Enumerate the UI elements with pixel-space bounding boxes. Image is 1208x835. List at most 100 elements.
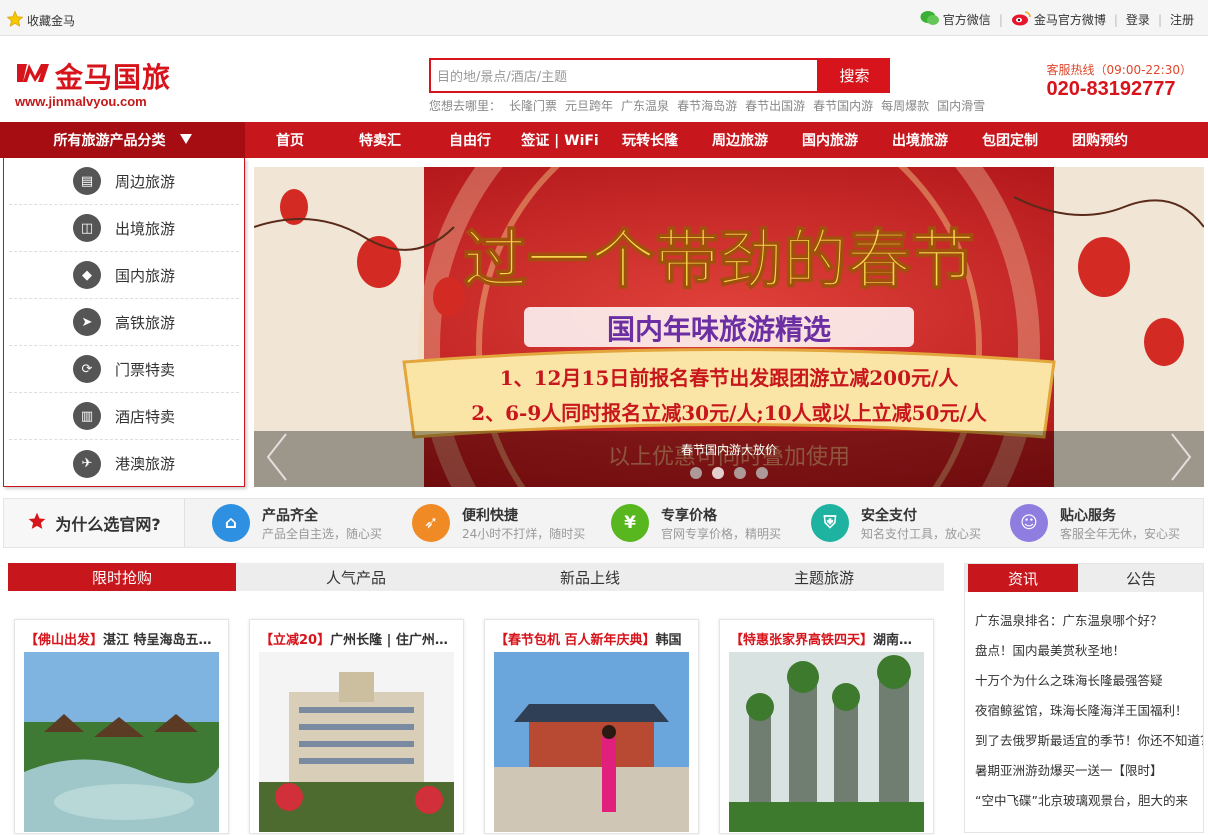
hot-destination-link[interactable]: 元旦跨年	[565, 97, 613, 114]
carousel-dots	[690, 467, 768, 479]
product-tab[interactable]: 主题旅游	[710, 563, 938, 591]
product-title[interactable]: 【佛山出发】湛江 特呈海岛五日游	[25, 629, 219, 648]
product-title[interactable]: 【特惠张家界高铁四天】湖南张家界	[730, 629, 924, 648]
hot-destination-link[interactable]: 长隆门票	[509, 97, 557, 114]
product-tab[interactable]: 人气产品	[242, 563, 470, 591]
news-tab[interactable]: 资讯	[968, 564, 1078, 592]
wechat-icon	[920, 10, 940, 29]
feature-title: 产品齐全	[262, 507, 318, 524]
hotline: 客服热线（09:00-22:30） 020-83192777	[1047, 61, 1193, 101]
carousel-dot[interactable]	[690, 467, 702, 479]
nav-link[interactable]: 周边旅游	[695, 122, 785, 158]
logo-mark-icon	[15, 60, 51, 93]
feature-subtitle: 知名支付工具，放心买	[861, 526, 982, 541]
search-button[interactable]: 搜索	[819, 58, 890, 93]
feature-subtitle: 官网专享价格，精明买	[661, 526, 782, 541]
sidebar-category-item[interactable]: ◆ 国内旅游	[9, 252, 239, 299]
product-image[interactable]	[729, 652, 924, 832]
product-card[interactable]: 【春节包机 百人新年庆典】韩国	[484, 619, 699, 834]
hotline-label: 客服热线（09:00-22:30）	[1046, 63, 1193, 77]
nav-link[interactable]: 自由行	[425, 122, 515, 158]
sidebar-category-item[interactable]: ➤ 高铁旅游	[9, 299, 239, 346]
nav-link[interactable]: 玩转长隆	[605, 122, 695, 158]
star-icon	[6, 10, 24, 31]
weibo-link[interactable]: 金马官方微博	[1011, 10, 1106, 29]
news-item[interactable]: 十万个为什么之珠海长隆最强答疑	[965, 664, 1203, 694]
sidebar-category-item[interactable]: ✈ 港澳旅游	[9, 440, 239, 487]
sidebar-category-item[interactable]: ◫ 出境旅游	[9, 205, 239, 252]
hot-label: 您想去哪里：	[429, 99, 502, 113]
caret-down-icon	[179, 132, 192, 148]
hotline-number: 020-83192777	[1046, 78, 1176, 100]
logo-brand-text: 金马国旅	[55, 61, 172, 94]
carousel-dot[interactable]	[712, 467, 724, 479]
all-categories-label: 所有旅游产品分类	[53, 133, 166, 149]
sidebar-category-item[interactable]: ⟳ 门票特卖	[9, 346, 239, 393]
wechat-link[interactable]: 官方微信	[920, 10, 991, 29]
logo[interactable]: 金马国旅 www.jinmalvyou.com	[15, 56, 171, 109]
logo-url: www.jinmalvyou.com	[15, 94, 147, 109]
carousel-dot[interactable]	[756, 467, 768, 479]
service-icon: ☺	[1010, 504, 1048, 542]
category-sidebar: ▤ 周边旅游 ◫ 出境旅游 ◆ 国内旅游 ➤ 高铁旅游 ⟳ 门票特卖 ▥ 酒店特卖 ✈ 港澳旅游	[3, 158, 245, 487]
news-item[interactable]: 盘点！国内最美赏秋圣地！	[965, 634, 1203, 664]
product-tag: 【立减20】	[260, 633, 331, 648]
product-title[interactable]: 【立减20】广州长隆 | 住广州长隆酒店	[260, 629, 454, 648]
product-card[interactable]: 【佛山出发】湛江 特呈海岛五日游	[14, 619, 229, 834]
nav-link[interactable]: 包团定制	[965, 122, 1055, 158]
product-tab[interactable]: 新品上线	[476, 563, 704, 591]
nav-link[interactable]: 特卖汇	[335, 122, 425, 158]
banner-caption: 春节国内游大放价	[680, 443, 777, 457]
search-input[interactable]: 目的地/景点/酒店/主题	[429, 58, 819, 93]
nav-link[interactable]: 签证 | WiFi	[515, 122, 605, 158]
news-item[interactable]: “空中飞碟”北京玻璃观景台，胆大的来	[965, 784, 1203, 814]
nav-link[interactable]: 出境旅游	[875, 122, 965, 158]
product-image[interactable]	[494, 652, 689, 832]
feature-title: 专享价格	[661, 507, 717, 524]
plane-icon: ✈	[73, 449, 101, 478]
product-name: 湖南张家界	[873, 633, 924, 648]
register-link[interactable]: 注册	[1170, 11, 1194, 28]
feature-title: 便利快捷	[462, 507, 518, 524]
nav-link[interactable]: 国内旅游	[785, 122, 875, 158]
favorite-link[interactable]: 收藏金马	[6, 10, 75, 31]
product-title[interactable]: 【春节包机 百人新年庆典】韩国	[495, 629, 689, 648]
banner-subheadline: 国内年味旅游精选	[607, 313, 831, 346]
carousel-dot[interactable]	[734, 467, 746, 479]
news-tab[interactable]: 公告	[1086, 564, 1196, 592]
nav-link[interactable]: 首页	[245, 122, 335, 158]
news-item[interactable]: 广东温泉排名：广东温泉哪个好？	[965, 604, 1203, 634]
sidebar-category-label: 酒店特卖	[115, 407, 176, 426]
hot-destination-link[interactable]: 国内滑雪	[937, 97, 985, 114]
sidebar-category-label: 周边旅游	[115, 172, 176, 191]
product-image[interactable]	[24, 652, 219, 832]
product-tab[interactable]: 限时抢购	[8, 563, 236, 591]
product-card[interactable]: 【特惠张家界高铁四天】湖南张家界	[719, 619, 934, 834]
all-categories-button[interactable]: 所有旅游产品分类	[0, 122, 245, 158]
hotel-icon: ▥	[73, 402, 101, 430]
hot-destination-link[interactable]: 广东温泉	[621, 97, 669, 114]
product-card[interactable]: 【立减20】广州长隆 | 住广州长隆酒店	[249, 619, 464, 834]
product-image[interactable]	[259, 652, 454, 832]
hot-destination-link[interactable]: 春节海岛游	[677, 97, 737, 114]
news-item[interactable]: 暑期亚洲游劲爆买一送一【限时】	[965, 754, 1203, 784]
hero-banner[interactable]: 过一个带劲的春节 国内年味旅游精选 1、12月15日前报名春节出发跟团游立减20…	[254, 167, 1204, 487]
header: 金马国旅 www.jinmalvyou.com 目的地/景点/酒店/主题 搜索 …	[0, 36, 1208, 122]
news-item[interactable]: 到了去俄罗斯最适宜的季节！你还不知道？	[965, 724, 1203, 754]
sidebar-category-item[interactable]: ▥ 酒店特卖	[9, 393, 239, 440]
hot-destination-link[interactable]: 每周爆款	[881, 97, 929, 114]
login-link[interactable]: 登录	[1126, 11, 1150, 28]
next-arrow-icon[interactable]	[1168, 432, 1194, 485]
why-choose-us: 为什么选官网? ⌂ 产品齐全 产品全自主选，随心买 ➶ 便利快捷 24小时不打烊，随时买 ¥…	[3, 498, 1204, 548]
feature-subtitle: 24小时不打烊，随时买	[462, 526, 586, 541]
nav-link[interactable]: 团购预约	[1055, 122, 1145, 158]
feature-item: ⛨ 安全支付 知名支付工具，放心买	[811, 504, 981, 542]
hot-destination-link[interactable]: 春节国内游	[813, 97, 873, 114]
sidebar-category-item[interactable]: ▤ 周边旅游	[9, 158, 239, 205]
feature-title: 安全支付	[861, 507, 917, 524]
product-name: 湛江 特呈海岛五日游	[103, 633, 219, 648]
prev-arrow-icon[interactable]	[264, 432, 290, 485]
hot-destination-link[interactable]: 春节出国游	[745, 97, 805, 114]
news-item[interactable]: 夜宿鲸鲨馆，珠海长隆海洋王国福利！	[965, 694, 1203, 724]
banner-line-2: 2、6-9人同时报名立减30元/人;10人或以上立减50元/人	[471, 401, 988, 425]
